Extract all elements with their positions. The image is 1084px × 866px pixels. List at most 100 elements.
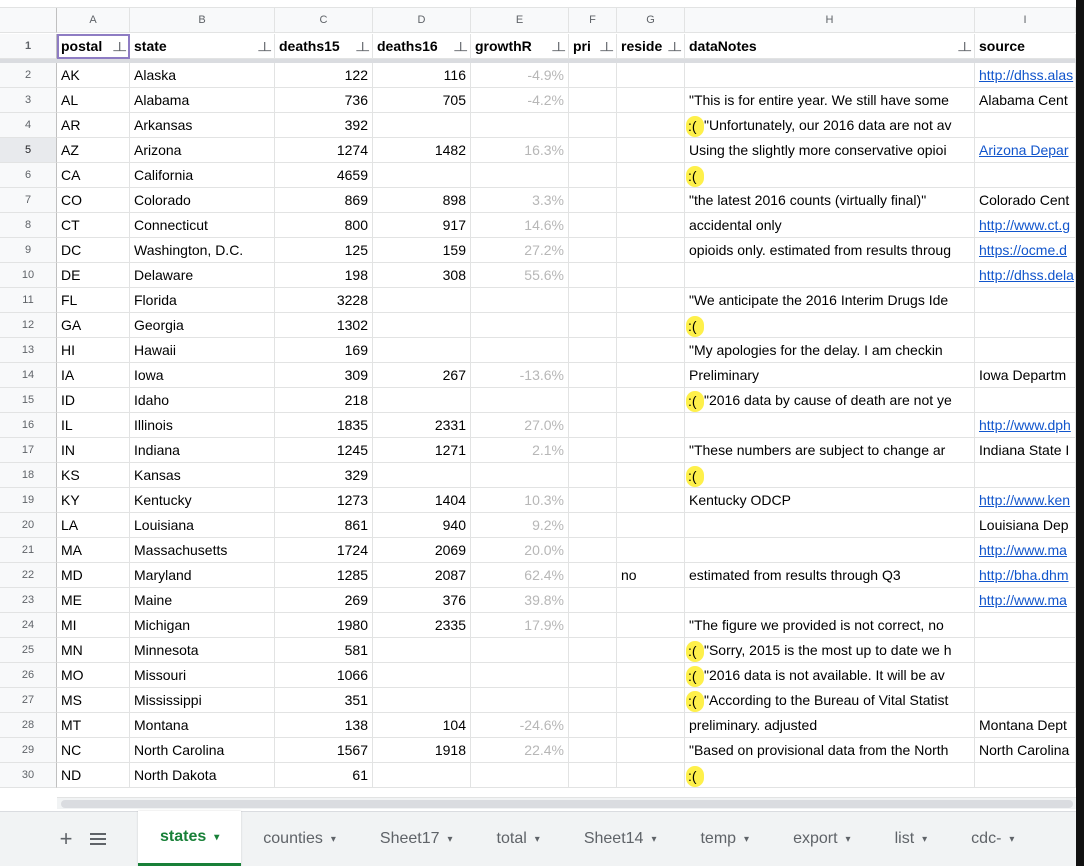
cell-source[interactable]: Alabama Cent (975, 88, 1076, 113)
cell-pri[interactable] (569, 488, 617, 513)
tab-states[interactable]: states ▾ (138, 811, 242, 866)
cell-g[interactable]: 9.2% (471, 513, 569, 538)
cell-note[interactable]: :( (685, 763, 975, 788)
cell-note[interactable]: :("According to the Bureau of Vital Stat… (685, 688, 975, 713)
cell-d16[interactable]: 159 (373, 238, 471, 263)
cell-state[interactable]: Louisiana (130, 513, 275, 538)
cell-source[interactable] (975, 388, 1076, 413)
cell-state[interactable]: Michigan (130, 613, 275, 638)
cell-postal[interactable]: FL (57, 288, 130, 313)
cell-d16[interactable]: 2087 (373, 563, 471, 588)
cell-g[interactable]: 27.2% (471, 238, 569, 263)
cell-res[interactable] (617, 613, 685, 638)
cell-res[interactable] (617, 513, 685, 538)
cell-d15[interactable]: 1245 (275, 438, 373, 463)
header-cell-pri[interactable]: pri ⊤ (569, 34, 617, 59)
cell-pri[interactable] (569, 188, 617, 213)
cell-g[interactable] (471, 463, 569, 488)
cell-state[interactable]: Connecticut (130, 213, 275, 238)
cell-state[interactable]: Washington, D.C. (130, 238, 275, 263)
cell-d15[interactable]: 1066 (275, 663, 373, 688)
row-number[interactable]: 27 (0, 688, 57, 713)
cell-d16[interactable]: 917 (373, 213, 471, 238)
cell-d16[interactable]: 705 (373, 88, 471, 113)
cell-g[interactable] (471, 313, 569, 338)
cell-g[interactable] (471, 113, 569, 138)
row-number[interactable]: 17 (0, 438, 57, 463)
cell-pri[interactable] (569, 138, 617, 163)
row-number[interactable]: 26 (0, 663, 57, 688)
filter-icon[interactable]: ⊤ (354, 34, 370, 58)
cell-g[interactable] (471, 388, 569, 413)
column-header-h[interactable]: H (685, 8, 975, 33)
cell-d15[interactable]: 1980 (275, 613, 373, 638)
cell-d16[interactable]: 1482 (373, 138, 471, 163)
cell-state[interactable]: Arizona (130, 138, 275, 163)
cell-res[interactable] (617, 688, 685, 713)
cell-source[interactable] (975, 313, 1076, 338)
tab-counties[interactable]: counties ▾ (241, 812, 358, 866)
cell-note[interactable] (685, 413, 975, 438)
cell-d16[interactable]: 1918 (373, 738, 471, 763)
cell-d16[interactable]: 376 (373, 588, 471, 613)
cell-d16[interactable] (373, 388, 471, 413)
column-header-d[interactable]: D (373, 8, 471, 33)
cell-g[interactable] (471, 638, 569, 663)
cell-res[interactable] (617, 763, 685, 788)
cell-pri[interactable] (569, 613, 617, 638)
cell-postal[interactable]: MA (57, 538, 130, 563)
row-number[interactable]: 2 (0, 63, 57, 88)
cell-source[interactable]: Colorado Cent (975, 188, 1076, 213)
cell-g[interactable]: 22.4% (471, 738, 569, 763)
cell-source[interactable] (975, 463, 1076, 488)
column-header-c[interactable]: C (275, 8, 373, 33)
cell-pri[interactable] (569, 213, 617, 238)
cell-pri[interactable] (569, 538, 617, 563)
cell-g[interactable] (471, 663, 569, 688)
cell-g[interactable]: 14.6% (471, 213, 569, 238)
cell-postal[interactable]: ID (57, 388, 130, 413)
cell-d15[interactable]: 198 (275, 263, 373, 288)
cell-note[interactable]: :("2016 data by cause of death are not y… (685, 388, 975, 413)
cell-note[interactable]: "We anticipate the 2016 Interim Drugs Id… (685, 288, 975, 313)
cell-postal[interactable]: MO (57, 663, 130, 688)
cell-postal[interactable]: HI (57, 338, 130, 363)
cell-source[interactable] (975, 763, 1076, 788)
row-number[interactable]: 18 (0, 463, 57, 488)
cell-pri[interactable] (569, 688, 617, 713)
header-cell-state[interactable]: state ⊤ (130, 34, 275, 59)
tab-list[interactable]: list ▾ (873, 812, 950, 866)
cell-postal[interactable]: IL (57, 413, 130, 438)
cell-pri[interactable] (569, 288, 617, 313)
cell-d16[interactable] (373, 688, 471, 713)
cell-state[interactable]: California (130, 163, 275, 188)
cell-postal[interactable]: CO (57, 188, 130, 213)
cell-res[interactable] (617, 713, 685, 738)
row-number[interactable]: 7 (0, 188, 57, 213)
cell-note[interactable]: "the latest 2016 counts (virtually final… (685, 188, 975, 213)
row-number[interactable]: 21 (0, 538, 57, 563)
cell-g[interactable] (471, 763, 569, 788)
tab-temp[interactable]: temp ▾ (678, 812, 771, 866)
cell-source[interactable]: Montana Dept (975, 713, 1076, 738)
cell-d16[interactable] (373, 288, 471, 313)
row-number[interactable]: 28 (0, 713, 57, 738)
cell-g[interactable]: 16.3% (471, 138, 569, 163)
cell-note[interactable]: :( (685, 163, 975, 188)
cell-source[interactable] (975, 113, 1076, 138)
cell-pri[interactable] (569, 263, 617, 288)
cell-res[interactable] (617, 413, 685, 438)
cell-source[interactable]: North Carolina (975, 738, 1076, 763)
cell-pri[interactable] (569, 463, 617, 488)
cell-g[interactable]: 10.3% (471, 488, 569, 513)
cell-res[interactable] (617, 588, 685, 613)
cell-postal[interactable]: LA (57, 513, 130, 538)
cell-d15[interactable]: 3228 (275, 288, 373, 313)
row-number[interactable]: 13 (0, 338, 57, 363)
column-header-e[interactable]: E (471, 8, 569, 33)
cell-note[interactable]: :("Unfortunately, our 2016 data are not … (685, 113, 975, 138)
row-number[interactable]: 10 (0, 263, 57, 288)
cell-postal[interactable]: KS (57, 463, 130, 488)
cell-note[interactable]: accidental only (685, 213, 975, 238)
cell-source[interactable] (975, 613, 1076, 638)
